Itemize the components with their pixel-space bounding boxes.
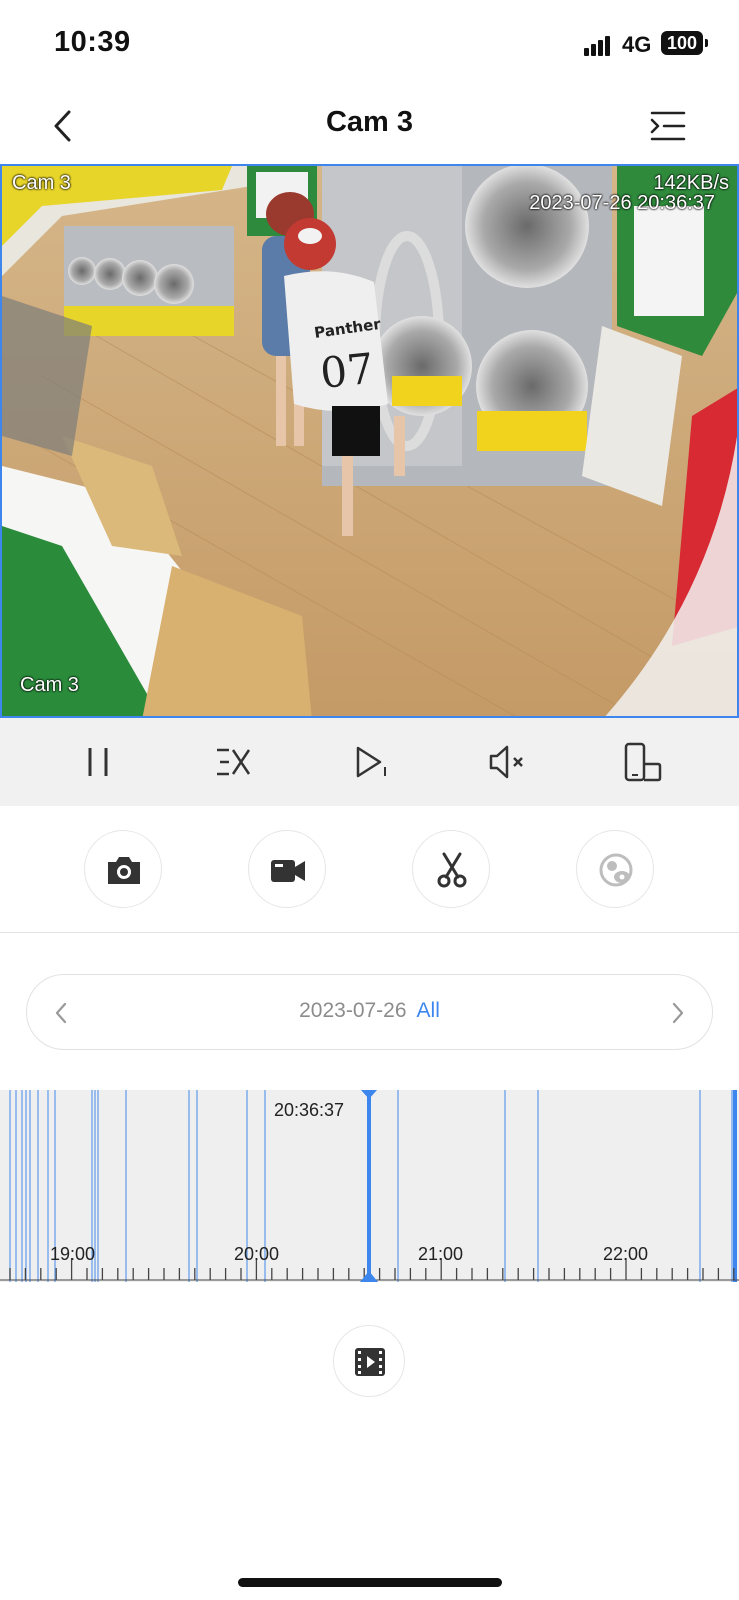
next-day-button[interactable] bbox=[658, 993, 698, 1033]
record-button[interactable] bbox=[248, 830, 326, 908]
battery-tip bbox=[705, 39, 708, 47]
film-icon bbox=[355, 1348, 385, 1376]
pause-button[interactable] bbox=[70, 734, 126, 790]
next-frame-button[interactable] bbox=[342, 734, 398, 790]
video-player[interactable]: Panther 07 Cam 3 142KB/s 2023-07-26 20:3… bbox=[0, 164, 739, 718]
orientation-icon bbox=[624, 742, 662, 782]
clip-library-button[interactable] bbox=[333, 1325, 405, 1397]
signal-icon bbox=[584, 34, 616, 56]
status-time: 10:39 bbox=[54, 26, 131, 58]
event-filter[interactable]: All bbox=[417, 999, 440, 1022]
page-title: Cam 3 bbox=[325, 106, 414, 138]
timeline-cursor-time: 20:36:37 bbox=[274, 1100, 345, 1120]
mute-button[interactable] bbox=[479, 734, 535, 790]
playback-controls bbox=[0, 718, 739, 806]
clip-button[interactable] bbox=[412, 830, 490, 908]
date-display[interactable]: 2023-07-26 All bbox=[27, 999, 712, 1023]
pause-icon bbox=[88, 748, 108, 776]
hour-label: 20:00 bbox=[234, 1244, 280, 1264]
camera-icon bbox=[108, 857, 140, 884]
home-indicator bbox=[238, 1578, 502, 1587]
hour-label: 21:00 bbox=[418, 1244, 464, 1264]
playback-timeline[interactable]: 20:36:37 19:00 20:00 21:00 22:00 bbox=[0, 1090, 739, 1282]
video-camera-icon bbox=[271, 860, 305, 882]
mute-icon bbox=[489, 745, 523, 779]
speed-icon bbox=[217, 748, 251, 776]
list-menu-icon bbox=[650, 111, 686, 141]
face-search-icon bbox=[599, 853, 633, 887]
selected-date: 2023-07-26 bbox=[299, 999, 407, 1022]
camera-label-top: Cam 3 bbox=[12, 172, 71, 194]
hour-label: 22:00 bbox=[603, 1244, 649, 1264]
snapshot-button[interactable] bbox=[84, 830, 162, 908]
battery-icon: 100 bbox=[661, 31, 703, 55]
network-type: 4G bbox=[622, 32, 652, 57]
navigation-bar: Cam 3 bbox=[0, 88, 739, 164]
camera-label-bottom: Cam 3 bbox=[20, 674, 79, 696]
camera-feed-image: Panther 07 bbox=[2, 166, 737, 716]
timeline-cursor-bottom bbox=[360, 1271, 378, 1282]
date-selector: 2023-07-26 All bbox=[26, 974, 713, 1050]
timeline-cursor bbox=[367, 1090, 371, 1282]
chevron-right-icon bbox=[672, 1002, 684, 1024]
video-timestamp: 2023-07-26 20:36:37 bbox=[529, 192, 715, 214]
shirt-number: 07 bbox=[318, 344, 376, 398]
speed-button[interactable] bbox=[205, 734, 261, 790]
status-bar: 10:39 4G 100 bbox=[0, 0, 739, 88]
next-frame-icon bbox=[356, 746, 386, 778]
face-search-button[interactable] bbox=[576, 830, 654, 908]
orientation-button[interactable] bbox=[614, 734, 670, 790]
menu-button[interactable] bbox=[646, 104, 690, 148]
recording-segment bbox=[733, 1090, 737, 1282]
timeline-cursor-top bbox=[361, 1090, 377, 1099]
hour-label: 19:00 bbox=[50, 1244, 96, 1264]
scissors-icon bbox=[437, 852, 467, 888]
action-buttons bbox=[0, 806, 739, 933]
